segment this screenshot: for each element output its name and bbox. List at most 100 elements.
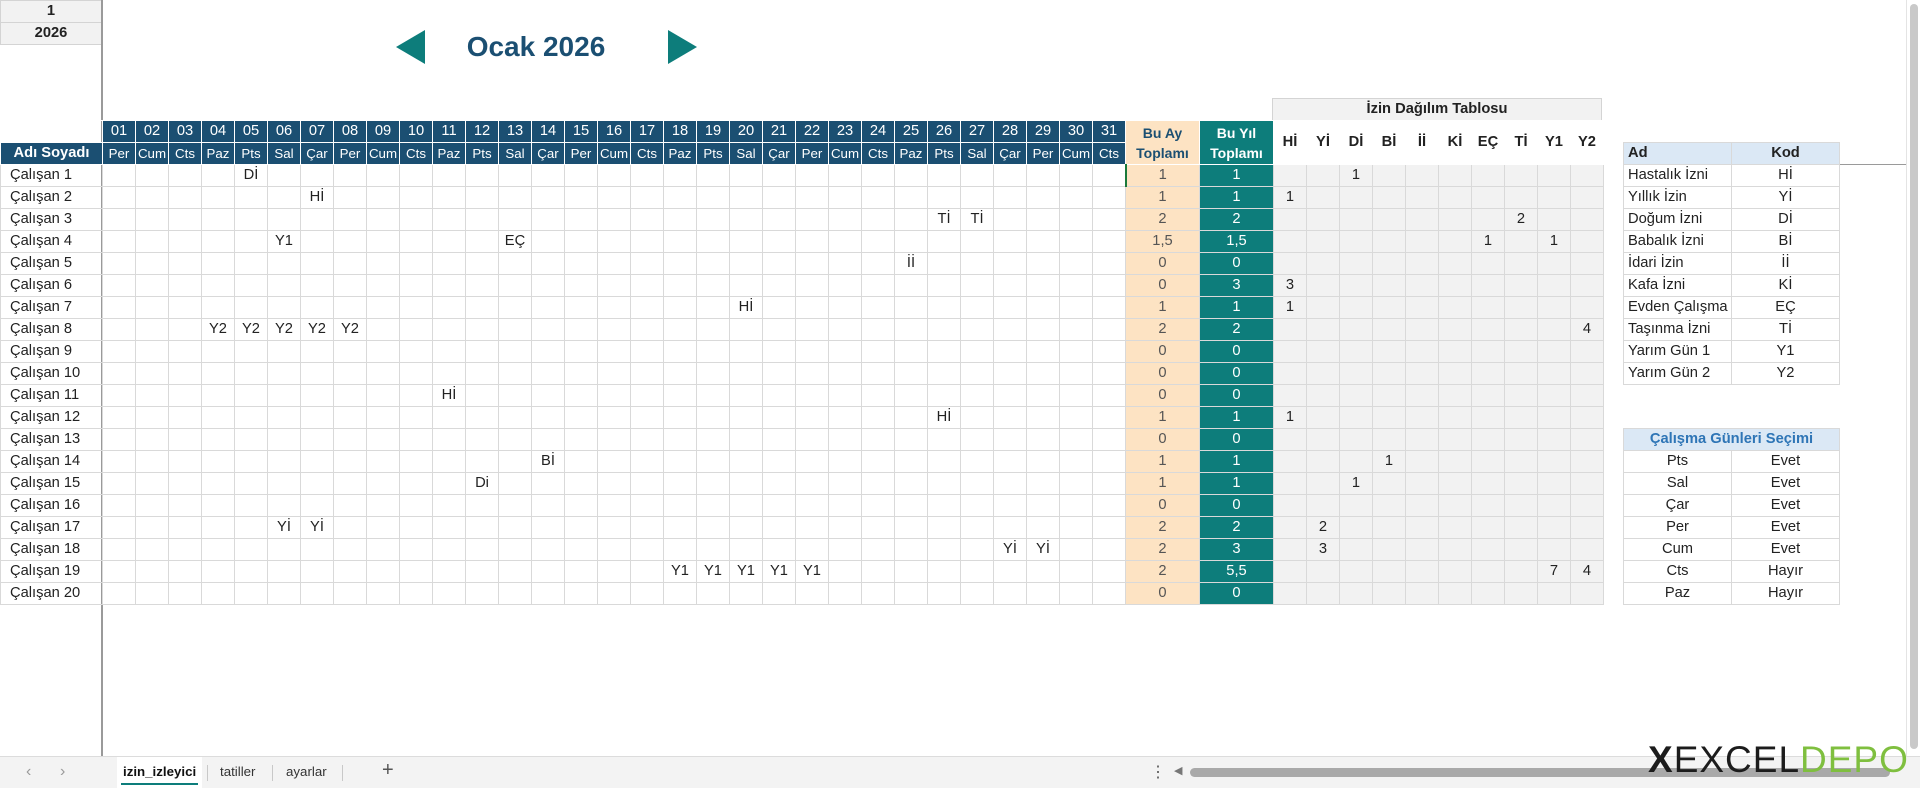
leave-day-cell[interactable] [432, 340, 466, 363]
leave-day-cell[interactable] [465, 428, 499, 451]
distribution-count-cell[interactable]: 1 [1339, 472, 1373, 495]
leave-day-cell[interactable] [597, 186, 631, 209]
leave-day-cell[interactable] [1059, 384, 1093, 407]
leave-day-cell[interactable] [102, 362, 136, 385]
leave-day-cell[interactable] [267, 340, 301, 363]
leave-day-cell[interactable] [102, 582, 136, 605]
distribution-count-cell[interactable] [1405, 164, 1439, 187]
leave-day-cell[interactable] [597, 340, 631, 363]
leave-day-cell[interactable] [1026, 252, 1060, 275]
leave-day-cell[interactable]: Y2 [300, 318, 334, 341]
leave-day-cell[interactable]: Yİ [993, 538, 1027, 561]
distribution-count-cell[interactable] [1438, 428, 1472, 451]
leave-day-cell[interactable] [531, 252, 565, 275]
leave-day-cell[interactable] [432, 252, 466, 275]
distribution-count-cell[interactable] [1306, 274, 1340, 297]
leave-day-cell[interactable] [432, 494, 466, 517]
legend-name-cell[interactable]: Yarım Gün 1 [1623, 340, 1732, 363]
distribution-count-cell[interactable] [1438, 230, 1472, 253]
leave-day-cell[interactable] [201, 384, 235, 407]
leave-day-cell[interactable] [531, 406, 565, 429]
leave-day-cell[interactable] [927, 450, 961, 473]
leave-day-cell[interactable] [696, 186, 730, 209]
leave-day-cell[interactable] [333, 296, 367, 319]
leave-day-cell[interactable] [432, 450, 466, 473]
leave-day-cell[interactable] [234, 472, 268, 495]
leave-day-cell[interactable] [762, 274, 796, 297]
month-total-cell[interactable]: 2 [1125, 516, 1200, 539]
distribution-count-cell[interactable] [1438, 318, 1472, 341]
distribution-count-cell[interactable]: 2 [1306, 516, 1340, 539]
employee-name-cell[interactable]: Çalışan 12 [0, 406, 103, 429]
distribution-count-cell[interactable] [1471, 516, 1505, 539]
leave-day-cell[interactable] [201, 472, 235, 495]
leave-day-cell[interactable] [498, 384, 532, 407]
leave-day-cell[interactable] [630, 538, 664, 561]
leave-day-cell[interactable] [135, 186, 169, 209]
distribution-count-cell[interactable]: 3 [1306, 538, 1340, 561]
leave-day-cell[interactable] [960, 186, 994, 209]
distribution-count-cell[interactable] [1306, 582, 1340, 605]
distribution-count-cell[interactable] [1537, 494, 1571, 517]
leave-day-cell[interactable]: İİ [894, 252, 928, 275]
leave-day-cell[interactable] [498, 560, 532, 583]
employee-name-cell[interactable]: Çalışan 14 [0, 450, 103, 473]
leave-day-cell[interactable] [861, 384, 895, 407]
leave-day-cell[interactable] [564, 230, 598, 253]
leave-day-cell[interactable] [531, 208, 565, 231]
legend-code-cell[interactable]: Dİ [1731, 208, 1840, 231]
leave-day-cell[interactable] [498, 274, 532, 297]
leave-day-cell[interactable] [663, 516, 697, 539]
leave-day-cell[interactable] [465, 582, 499, 605]
leave-day-cell[interactable] [333, 340, 367, 363]
distribution-count-cell[interactable] [1273, 538, 1307, 561]
year-total-cell[interactable]: 5,5 [1199, 560, 1274, 583]
leave-day-cell[interactable] [663, 538, 697, 561]
leave-day-cell[interactable] [762, 428, 796, 451]
month-total-cell[interactable]: 2 [1125, 538, 1200, 561]
distribution-count-cell[interactable] [1273, 208, 1307, 231]
distribution-count-cell[interactable] [1306, 164, 1340, 187]
distribution-count-cell[interactable] [1405, 384, 1439, 407]
leave-day-cell[interactable] [960, 252, 994, 275]
distribution-count-cell[interactable] [1273, 230, 1307, 253]
distribution-count-cell[interactable] [1570, 516, 1604, 539]
leave-day-cell[interactable] [1059, 186, 1093, 209]
distribution-count-cell[interactable] [1438, 274, 1472, 297]
leave-day-cell[interactable] [828, 384, 862, 407]
distribution-count-cell[interactable] [1339, 582, 1373, 605]
leave-day-cell[interactable] [498, 538, 532, 561]
leave-day-cell[interactable] [201, 296, 235, 319]
leave-day-cell[interactable] [531, 186, 565, 209]
leave-day-cell[interactable] [894, 384, 928, 407]
leave-day-cell[interactable] [531, 494, 565, 517]
leave-day-cell[interactable] [828, 538, 862, 561]
distribution-count-cell[interactable] [1306, 318, 1340, 341]
distribution-count-cell[interactable] [1339, 230, 1373, 253]
leave-day-cell[interactable] [531, 582, 565, 605]
leave-day-cell[interactable] [894, 516, 928, 539]
leave-day-cell[interactable] [432, 274, 466, 297]
leave-day-cell[interactable] [531, 362, 565, 385]
leave-day-cell[interactable] [993, 208, 1027, 231]
distribution-count-cell[interactable] [1471, 582, 1505, 605]
leave-day-cell[interactable] [663, 252, 697, 275]
leave-day-cell[interactable] [531, 428, 565, 451]
leave-day-cell[interactable] [135, 450, 169, 473]
leave-day-cell[interactable] [432, 186, 466, 209]
leave-day-cell[interactable] [1026, 384, 1060, 407]
leave-day-cell[interactable] [663, 230, 697, 253]
distribution-count-cell[interactable] [1471, 494, 1505, 517]
leave-day-cell[interactable] [729, 582, 763, 605]
distribution-count-cell[interactable] [1504, 252, 1538, 275]
distribution-count-cell[interactable] [1537, 472, 1571, 495]
distribution-count-cell[interactable] [1405, 362, 1439, 385]
leave-day-cell[interactable] [1092, 296, 1126, 319]
leave-day-cell[interactable] [300, 560, 334, 583]
leave-day-cell[interactable] [696, 516, 730, 539]
distribution-count-cell[interactable] [1405, 472, 1439, 495]
leave-day-cell[interactable] [399, 362, 433, 385]
distribution-count-cell[interactable] [1306, 340, 1340, 363]
distribution-count-cell[interactable] [1471, 164, 1505, 187]
leave-day-cell[interactable] [300, 450, 334, 473]
